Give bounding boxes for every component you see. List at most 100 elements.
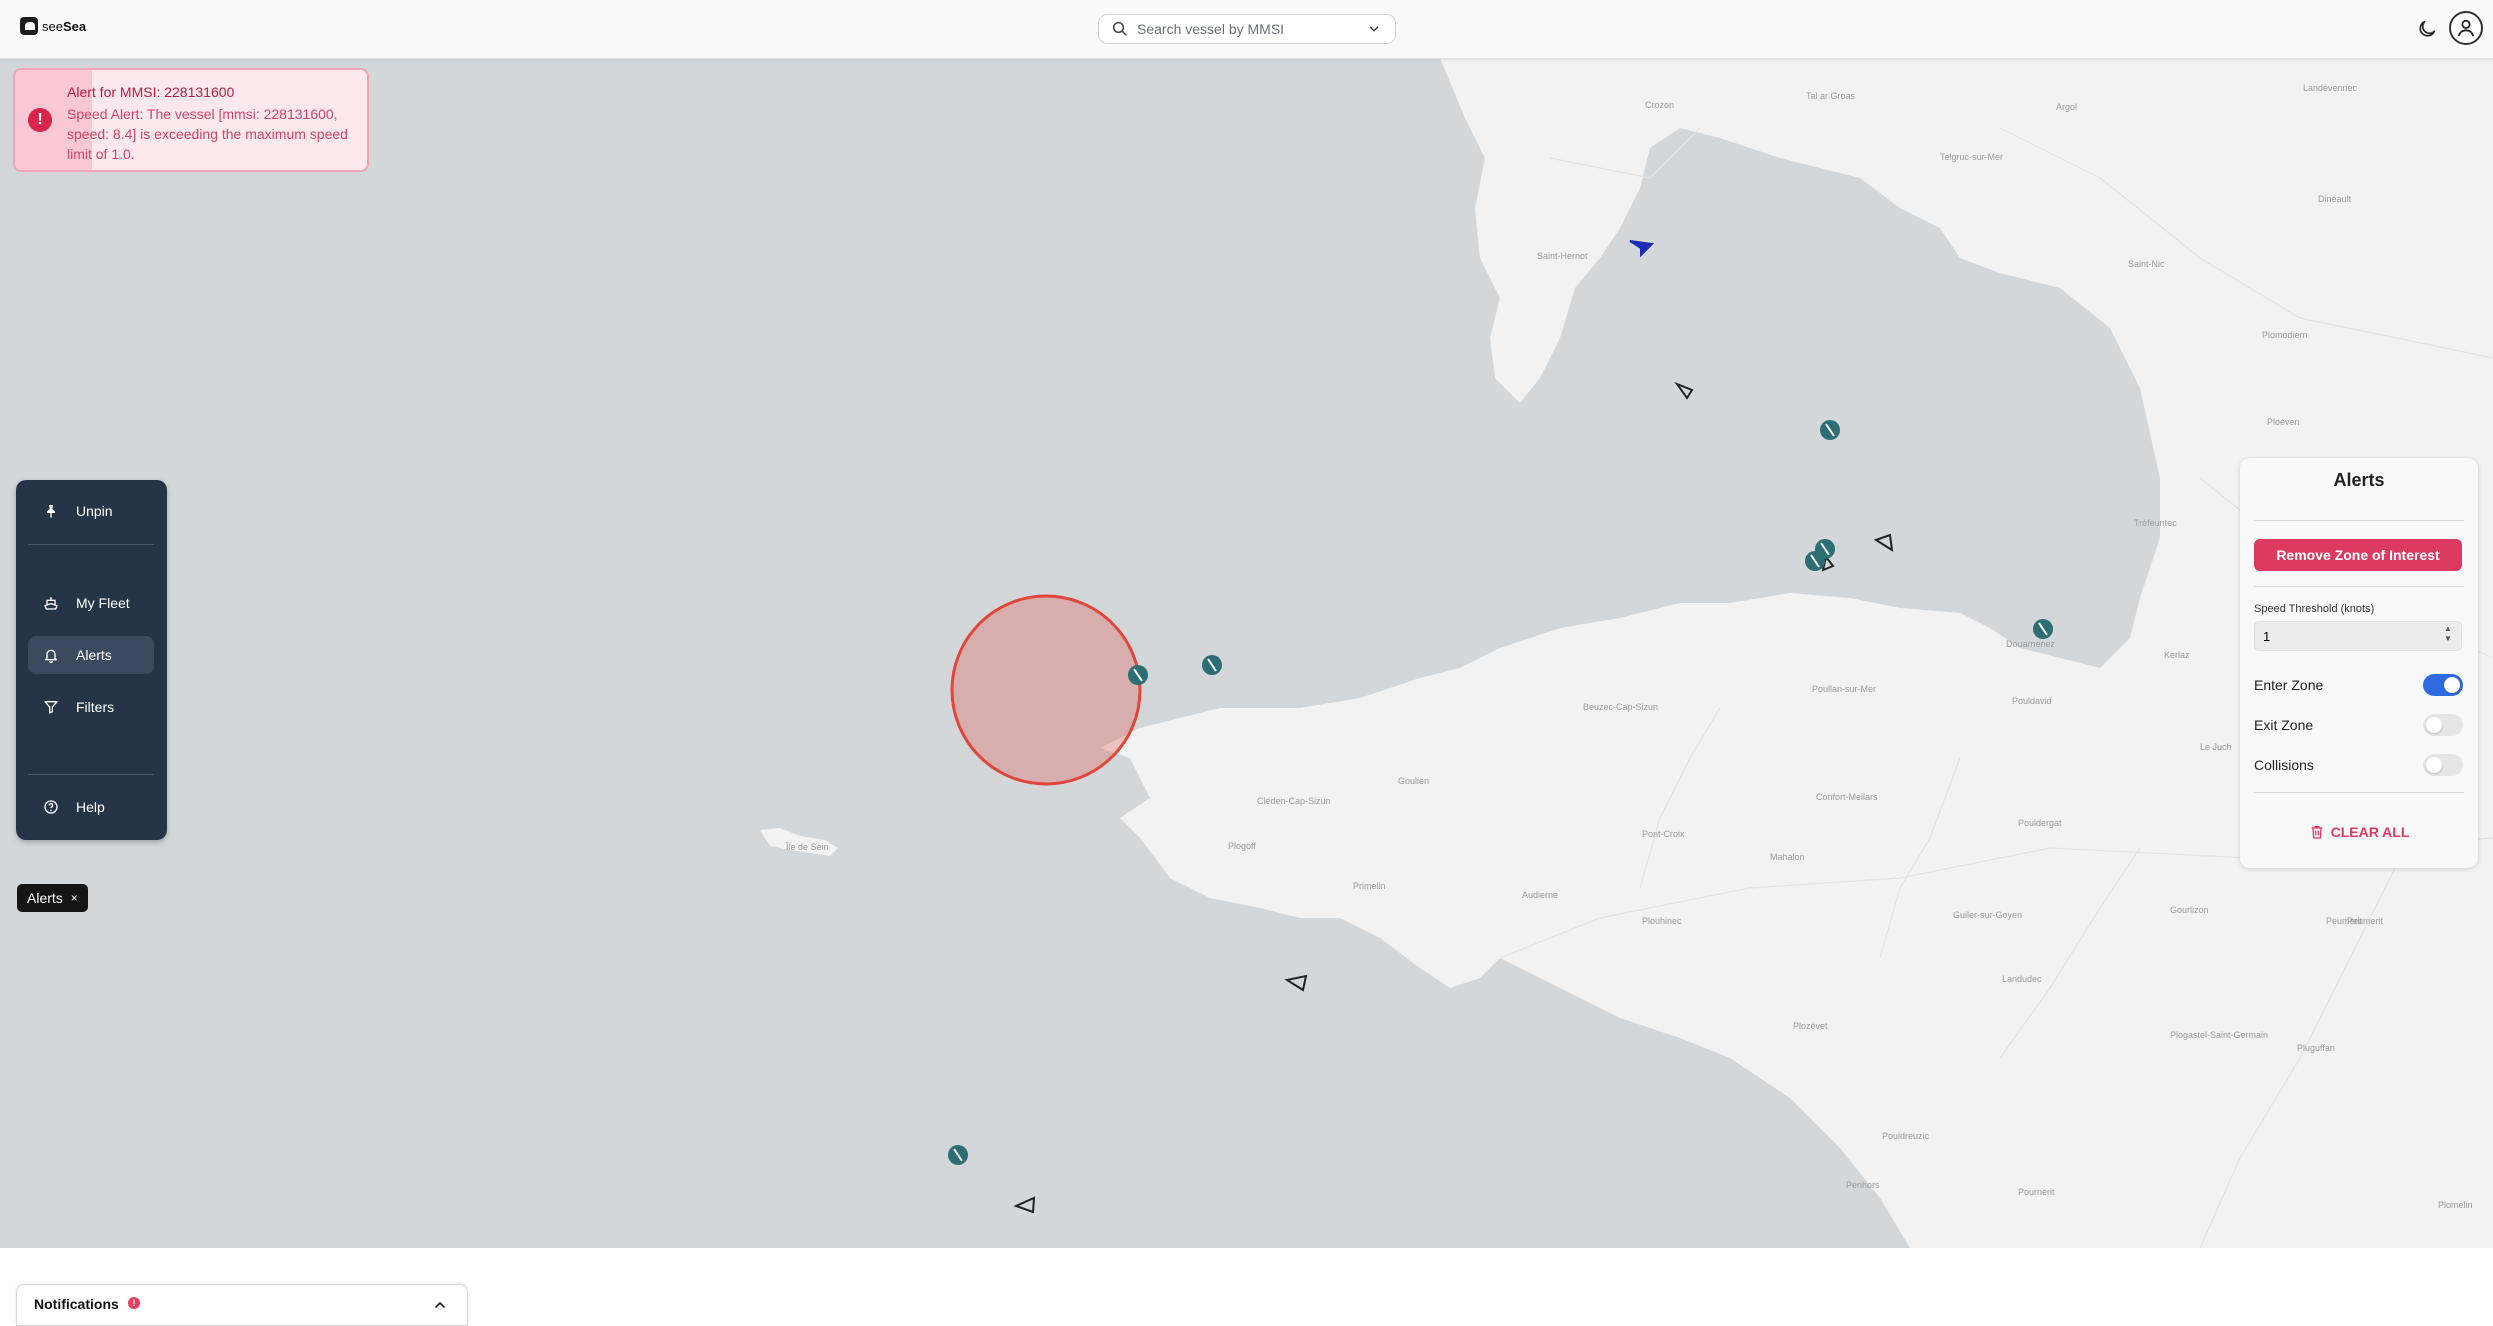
chip-label: Alerts: [27, 890, 63, 906]
vessel-selected-icon: [1629, 240, 1655, 258]
station-marker-icon: [1128, 665, 1148, 685]
enter-zone-label: Enter Zone: [2254, 677, 2324, 693]
place-label: Île de Sein: [786, 842, 829, 852]
nav-divider: [28, 544, 154, 545]
sidebar-item-label: My Fleet: [76, 595, 130, 611]
place-label: Douarnenez: [2006, 639, 2056, 649]
top-bar: seeSea: [0, 0, 2493, 59]
collisions-toggle[interactable]: [2423, 754, 2463, 776]
bell-icon: [42, 646, 60, 664]
place-label: Primelin: [1353, 881, 1386, 891]
place-label: Le Juch: [2200, 742, 2232, 752]
help-icon: [42, 798, 60, 816]
search-input[interactable]: [1135, 20, 1359, 38]
map-basemap: [760, 58, 2493, 1248]
toast-message: Speed Alert: The vessel [mmsi: 228131600…: [67, 106, 348, 162]
station-marker-icon: [1820, 420, 1840, 440]
enter-zone-toggle[interactable]: [2423, 674, 2463, 696]
sidebar-item-filters[interactable]: Filters: [28, 688, 154, 726]
place-label: Dinéault: [2318, 194, 2352, 204]
place-label: Gourlizon: [2170, 905, 2209, 915]
place-label: Cléden-Cap-Sizun: [1257, 796, 1331, 806]
place-label: Plomodiern: [2262, 330, 2308, 340]
place-label: Goulien: [1398, 776, 1430, 786]
chevron-down-icon[interactable]: [1367, 22, 1381, 36]
place-label: Penhors: [1846, 1180, 1880, 1190]
panel-title: Alerts: [2333, 470, 2385, 490]
panel-divider: [2254, 520, 2464, 521]
exclamation-icon: !: [28, 108, 52, 132]
place-label: Plogastel-Saint-Germain: [2170, 1030, 2269, 1040]
place-label: Audierne: [1522, 890, 1559, 900]
panel-divider: [2254, 792, 2464, 793]
place-label: Tal ar Groas: [1806, 91, 1856, 101]
land-crozon-peninsula: [1440, 58, 2493, 478]
logo-icon: [20, 17, 38, 35]
station-marker-icon: [1805, 551, 1825, 571]
place-label: Plogoff: [1228, 841, 1256, 851]
place-label: Plomelin: [2438, 1200, 2473, 1210]
place-label: Mahalon: [1770, 852, 1805, 862]
speed-threshold-label: Speed Threshold (knots): [2254, 603, 2375, 615]
notification-badge-icon: !: [128, 1297, 140, 1309]
unpin-button[interactable]: Unpin: [28, 492, 154, 530]
sidebar-item-my-fleet[interactable]: My Fleet: [28, 584, 154, 622]
place-label: Guiler-sur-Goyen: [1953, 910, 2023, 920]
place-label: Pont-Croix: [1642, 829, 1685, 839]
zone-of-interest: [950, 594, 1142, 786]
trash-icon: [2311, 826, 2322, 839]
place-label: Pouldreuzic: [1882, 1131, 1930, 1141]
sidebar: Unpin My Fleet Alerts Filters Help: [16, 480, 167, 840]
chevron-up-icon[interactable]: [432, 1297, 448, 1313]
alerts-chip[interactable]: Alerts ×: [17, 884, 88, 912]
vessel-icon: [1674, 381, 1694, 400]
place-label: Pluguffan: [2297, 1043, 2335, 1053]
pin-icon: [42, 502, 60, 520]
notifications-label: Notifications: [34, 1296, 119, 1312]
place-label: Crozon: [1645, 100, 1675, 110]
panel-divider: [2254, 586, 2464, 587]
station-marker-icon: [1202, 655, 1222, 675]
moon-icon[interactable]: [2416, 18, 2438, 40]
help-label: Help: [76, 799, 105, 815]
user-avatar[interactable]: [2449, 11, 2483, 45]
remove-zone-button[interactable]: Remove Zone of Interest: [2254, 539, 2462, 571]
toast-title: Alert for MMSI: 228131600: [67, 84, 235, 100]
nav-divider: [28, 774, 154, 775]
place-label: Pouldavid: [2012, 696, 2052, 706]
place-label: Tréfeuntec: [2134, 518, 2177, 528]
stepper-arrows-icon[interactable]: ▲ ▼: [2444, 624, 2452, 644]
logo-text: seeSea: [42, 18, 87, 34]
search-icon: [1112, 21, 1127, 36]
place-label: Saint-Nic: [2128, 259, 2165, 269]
map-canvas[interactable]: Crozon Tal ar Groas Argol Landévennec Te…: [0, 58, 2493, 1248]
place-label: Plouhinec: [1642, 916, 1682, 926]
speed-alert-toast[interactable]: ! Alert for MMSI: 228131600 Speed Alert:…: [13, 68, 369, 172]
vessel-icon: [1873, 533, 1894, 552]
exit-zone-toggle[interactable]: [2423, 714, 2463, 736]
place-label: Confort-Meilars: [1816, 792, 1878, 802]
sidebar-item-label: Filters: [76, 699, 115, 715]
vessel-icon: [1284, 974, 1308, 992]
place-label: Pouldergat: [2018, 818, 2062, 828]
place-label: Poullan-sur-Mer: [1812, 684, 1877, 694]
station-marker-icon: [2033, 619, 2053, 639]
unpin-label: Unpin: [76, 503, 113, 519]
sidebar-item-alerts[interactable]: Alerts: [28, 636, 154, 674]
sidebar-item-label: Alerts: [76, 647, 112, 663]
exit-zone-label: Exit Zone: [2254, 717, 2314, 733]
app-logo[interactable]: seeSea: [20, 17, 86, 35]
clear-all-button[interactable]: CLEAR ALL: [2240, 824, 2478, 840]
place-label: Pournerit: [2018, 1187, 2055, 1197]
place-label: Beuzec-Cap-Sizun: [1583, 702, 1659, 712]
place-label: Peumerit: [2326, 916, 2363, 926]
filter-icon: [42, 698, 60, 716]
place-label: Plozévet: [1793, 1021, 1828, 1031]
ship-icon: [42, 594, 60, 612]
close-icon[interactable]: ×: [71, 891, 78, 905]
user-icon: [2457, 19, 2475, 37]
collisions-label: Collisions: [2254, 757, 2314, 773]
speed-threshold-input[interactable]: [2254, 621, 2462, 651]
vessel-search[interactable]: [1098, 14, 1396, 44]
help-button[interactable]: Help: [28, 788, 154, 826]
